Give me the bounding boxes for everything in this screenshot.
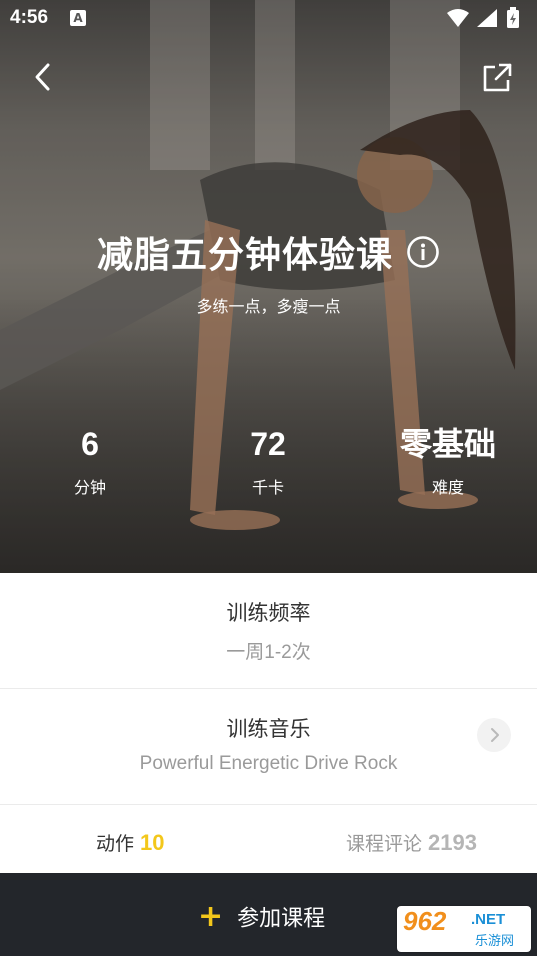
stat-calories: 72 千卡 bbox=[228, 420, 308, 498]
training-frequency-row: 训练频率 一周1-2次 bbox=[0, 573, 537, 688]
training-music-value: Powerful Energetic Drive Rock bbox=[139, 753, 398, 774]
share-button[interactable] bbox=[481, 62, 513, 94]
chevron-left-icon bbox=[35, 63, 50, 91]
watermark-name: 乐游网 bbox=[475, 934, 515, 949]
battery-charging-icon bbox=[507, 7, 519, 28]
course-counts: 动作 10 课程评论 2193 bbox=[0, 805, 537, 873]
music-chevron-button[interactable] bbox=[477, 718, 511, 752]
site-watermark: 962 .NET 乐游网 bbox=[397, 906, 531, 952]
stat-value: 零基础 bbox=[399, 425, 496, 463]
actions-value: 10 bbox=[140, 830, 165, 855]
stat-label: 分钟 bbox=[73, 478, 106, 497]
training-music-title: 训练音乐 bbox=[226, 717, 311, 741]
join-course-label: 参加课程 bbox=[237, 906, 326, 932]
stat-duration: 6 分钟 bbox=[60, 420, 120, 498]
join-course-content: + 参加课程 bbox=[198, 899, 325, 934]
actions-count[interactable]: 动作 10 bbox=[96, 829, 165, 856]
stat-label: 难度 bbox=[431, 478, 464, 497]
course-subtitle: 多练一点，多瘦一点 bbox=[196, 297, 341, 316]
chevron-right-icon bbox=[491, 728, 499, 742]
stat-value: 6 bbox=[81, 426, 99, 462]
a-icon: A bbox=[70, 10, 86, 26]
share-external-icon bbox=[483, 63, 512, 92]
course-title-row: 减脂五分钟体验课 bbox=[0, 226, 537, 278]
plus-icon: + bbox=[198, 899, 224, 934]
status-icons bbox=[445, 7, 527, 34]
training-music-row[interactable]: 训练音乐 Powerful Energetic Drive Rock bbox=[0, 689, 537, 804]
wifi-icon bbox=[447, 9, 469, 27]
training-frequency-value: 一周1-2次 bbox=[226, 642, 311, 663]
stat-difficulty: 零基础 难度 bbox=[388, 420, 508, 498]
status-bar: 4:56 A bbox=[0, 0, 537, 36]
info-icon[interactable] bbox=[406, 235, 440, 269]
actions-label: 动作 bbox=[96, 833, 135, 855]
reviews-value: 2193 bbox=[428, 830, 477, 855]
stat-label: 千卡 bbox=[251, 478, 284, 497]
watermark-number: 962 bbox=[403, 906, 447, 936]
reviews-count[interactable]: 课程评论 2193 bbox=[346, 829, 477, 856]
stat-value: 72 bbox=[250, 426, 286, 462]
status-time: 4:56 bbox=[10, 7, 49, 28]
back-button[interactable] bbox=[28, 62, 58, 92]
signal-icon bbox=[477, 9, 497, 27]
reviews-label: 课程评论 bbox=[346, 833, 423, 855]
watermark-domain: .NET bbox=[471, 911, 506, 928]
course-title: 减脂五分钟体验课 bbox=[96, 235, 393, 276]
training-frequency-title: 训练频率 bbox=[226, 601, 311, 625]
